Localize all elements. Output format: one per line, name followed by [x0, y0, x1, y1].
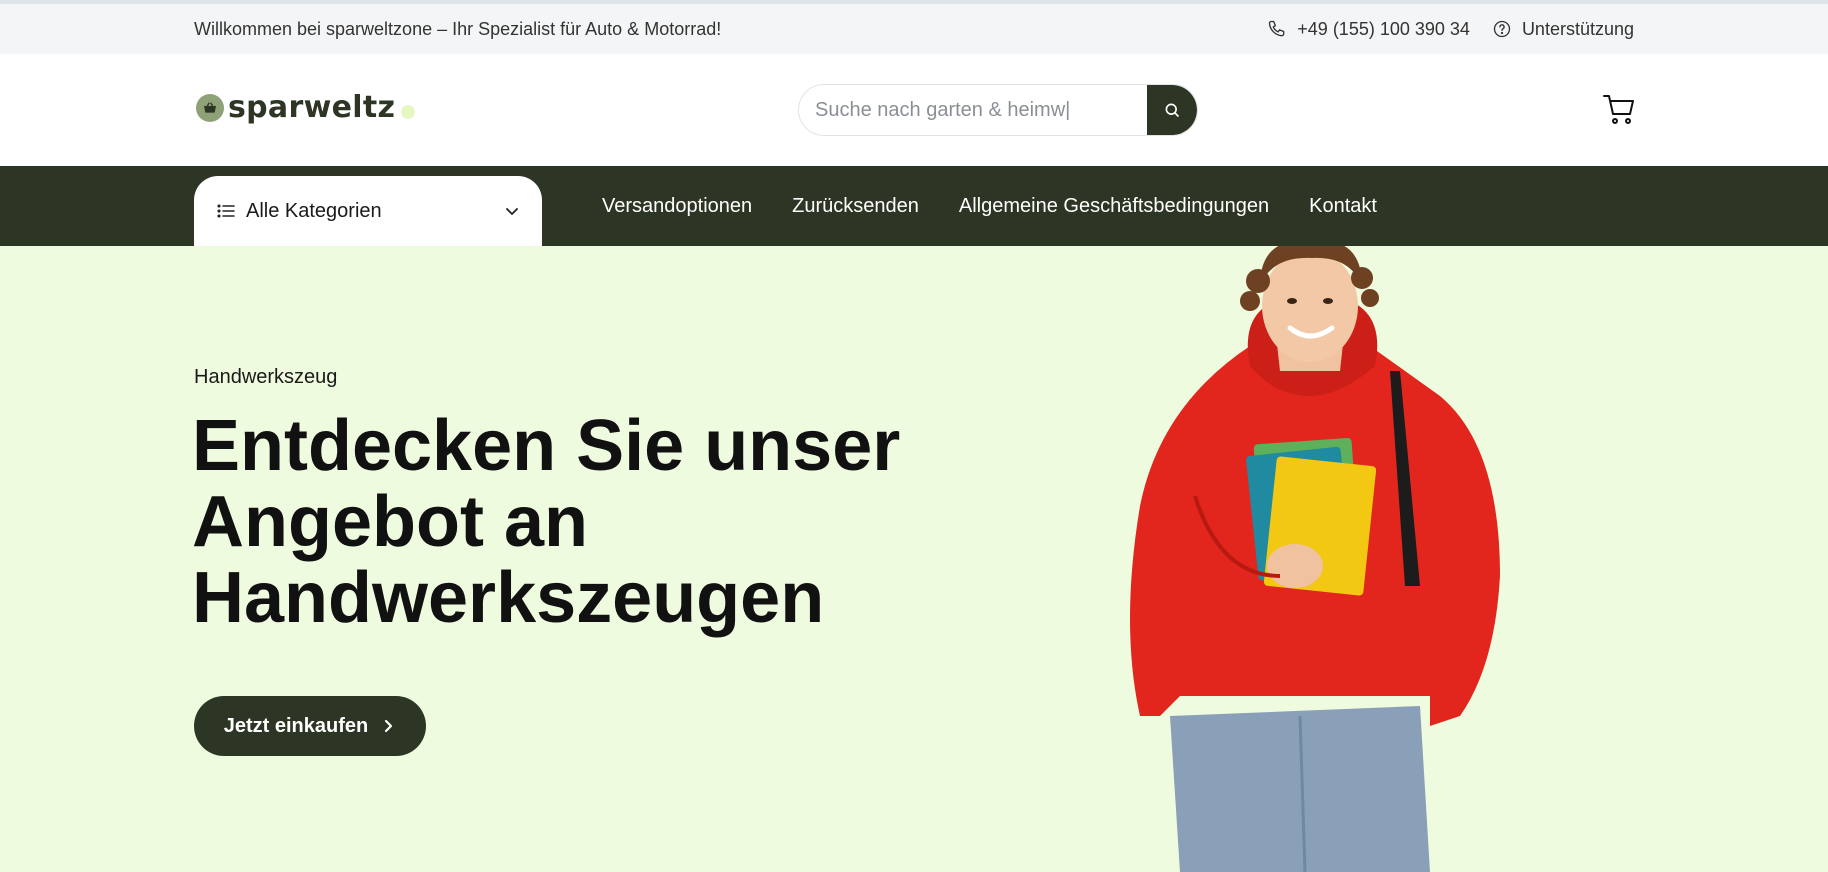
- support-label: Unterstützung: [1521, 18, 1634, 39]
- logo-text: sparweltz: [228, 90, 396, 125]
- search-button[interactable]: [1147, 85, 1197, 135]
- top-contact-group: +49 (155) 100 390 34 Unterstützung: [1267, 19, 1634, 40]
- chevron-right-icon: [385, 719, 393, 733]
- list-icon: [217, 204, 235, 218]
- help-icon: [1493, 20, 1511, 38]
- nav-link-shipping[interactable]: Versandoptionen: [602, 195, 752, 218]
- phone-icon: [1269, 20, 1285, 37]
- cart-icon[interactable]: [1602, 92, 1636, 126]
- welcome-text: Willkommen bei sparweltzone – Ihr Spezia…: [194, 18, 722, 39]
- all-categories-dropdown[interactable]: Alle Kategorien: [194, 176, 542, 246]
- shop-now-label: Jetzt einkaufen: [223, 714, 369, 737]
- nav-link-returns[interactable]: Zurücksenden: [792, 195, 919, 218]
- phone-link[interactable]: +49 (155) 100 390 34: [1267, 19, 1470, 40]
- site-header: sparweltz: [0, 54, 1828, 166]
- hero-title: Entdecken Sie unser Angebot an Handwerks…: [192, 406, 901, 638]
- nav-links: Versandoptionen Zurücksenden Allgemeine …: [602, 166, 1377, 246]
- logo-dot: [401, 104, 416, 119]
- hero-kicker: Handwerkszeug: [194, 366, 338, 388]
- logo-badge: [196, 93, 224, 122]
- hero-person-image: [1130, 246, 1500, 872]
- categories-label: Alle Kategorien: [246, 199, 382, 222]
- search-bar: [798, 84, 1198, 136]
- support-link[interactable]: Unterstützung: [1492, 19, 1634, 40]
- nav-link-terms[interactable]: Allgemeine Geschäftsbedingungen: [959, 195, 1269, 218]
- nav-link-contact[interactable]: Kontakt: [1309, 195, 1377, 218]
- search-icon: [1165, 103, 1179, 117]
- hero-banner: Handwerkszeug Entdecken Sie unser Angebo…: [0, 246, 1828, 872]
- main-navigation: Alle Kategorien Versandoptionen Zurückse…: [0, 166, 1828, 246]
- search-input[interactable]: [799, 85, 1147, 135]
- shop-now-button[interactable]: Jetzt einkaufen: [194, 696, 426, 756]
- basket-icon: [204, 101, 216, 113]
- site-logo[interactable]: sparweltz: [196, 90, 416, 125]
- phone-number: +49 (155) 100 390 34: [1297, 18, 1470, 39]
- chevron-down-icon: [506, 208, 518, 215]
- top-info-bar: Willkommen bei sparweltzone – Ihr Spezia…: [0, 4, 1828, 54]
